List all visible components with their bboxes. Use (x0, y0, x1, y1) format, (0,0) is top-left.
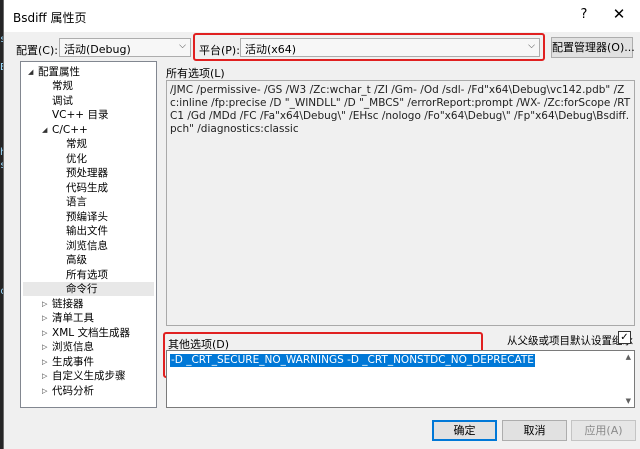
tree-item-configuration-properties[interactable]: 配置属性 (38, 65, 80, 79)
tree-item-cpp-language[interactable]: 语言 (66, 195, 87, 209)
property-pages-dialog: Bsdiff 属性页 ? ✕ 配置(C): 活动(Debug) ⌵ 平台(P):… (3, 0, 640, 449)
platform-value: 活动(x64) (245, 43, 297, 56)
collapsed-icon[interactable]: ▷ (42, 300, 47, 308)
tree-item-xml-document-generator[interactable]: XML 文档生成器 (52, 326, 130, 340)
collapsed-icon[interactable]: ▷ (42, 372, 47, 380)
title-bar: Bsdiff 属性页 ? ✕ (4, 0, 640, 32)
collapsed-icon[interactable]: ▷ (42, 314, 47, 322)
tree-item-general[interactable]: 常规 (52, 79, 73, 93)
all-options-label: 所有选项(L) (166, 67, 225, 80)
collapsed-icon[interactable]: ▷ (42, 387, 47, 395)
tree-item-cpp-code-generation[interactable]: 代码生成 (66, 181, 108, 195)
ok-button[interactable]: 确定 (432, 420, 497, 441)
tree-item-cpp-output-files[interactable]: 输出文件 (66, 224, 108, 238)
configuration-value: 活动(Debug) (64, 43, 131, 56)
tree-item-code-analysis[interactable]: 代码分析 (52, 384, 94, 398)
tree-item-browse-information[interactable]: 浏览信息 (52, 340, 94, 354)
collapsed-icon[interactable]: ▷ (42, 343, 47, 351)
apply-button[interactable]: 应用(A) (571, 420, 636, 441)
property-tree: ◢ 配置属性 常规 调试 VC++ 目录 ◢ C/C++ 常规 优化 预处理器 … (20, 61, 157, 408)
all-options-textbox[interactable]: /JMC /permissive- /GS /W3 /Zc:wchar_t /Z… (166, 80, 635, 326)
tree-item-cpp-browse-information[interactable]: 浏览信息 (66, 239, 108, 253)
tree-item-cpp-general[interactable]: 常规 (66, 137, 87, 151)
platform-label: 平台(P): (199, 44, 240, 57)
tree-item-cpp-precompiled-headers[interactable]: 预编译头 (66, 210, 108, 224)
tree-item-cpp-preprocessor[interactable]: 预处理器 (66, 166, 108, 180)
tree-item-cpp-all-options[interactable]: 所有选项 (66, 268, 108, 282)
window-title: Bsdiff 属性页 (13, 11, 87, 25)
configuration-label: 配置(C): (16, 44, 58, 57)
scroll-up-icon[interactable]: ▲ (626, 353, 631, 361)
tree-item-vc-directories[interactable]: VC++ 目录 (52, 108, 108, 122)
cancel-button[interactable]: 取消 (502, 420, 567, 441)
configuration-dropdown[interactable]: 活动(Debug) ⌵ (59, 38, 191, 57)
chevron-down-icon: ⌵ (179, 41, 186, 51)
close-button[interactable]: ✕ (608, 5, 630, 23)
tree-item-debugging[interactable]: 调试 (52, 94, 73, 108)
platform-dropdown[interactable]: 活动(x64) ⌵ (240, 38, 540, 57)
chevron-down-icon: ⌵ (528, 41, 535, 51)
tree-item-cpp-optimization[interactable]: 优化 (66, 152, 87, 166)
other-options-textbox[interactable]: -D _CRT_SECURE_NO_WARNINGS -D _CRT_NONST… (166, 350, 635, 408)
tree-item-custom-build-step[interactable]: 自定义生成步骤 (52, 369, 126, 383)
inherit-label: 从父级或项目默认设置继承 (507, 335, 633, 347)
configuration-manager-button[interactable]: 配置管理器(O)... (551, 37, 635, 58)
tree-item-cpp-advanced[interactable]: 高级 (66, 253, 87, 267)
help-button[interactable]: ? (574, 7, 594, 22)
inherit-checkbox[interactable]: ✓ (618, 331, 631, 344)
other-options-selected-text: -D _CRT_SECURE_NO_WARNINGS -D _CRT_NONST… (170, 354, 535, 367)
tree-item-cpp[interactable]: C/C++ (52, 123, 88, 137)
tree-item-cpp-command-line[interactable]: 命令行 (23, 282, 154, 296)
expanded-icon[interactable]: ◢ (28, 68, 33, 76)
tree-item-build-events[interactable]: 生成事件 (52, 355, 94, 369)
collapsed-icon[interactable]: ▷ (42, 329, 47, 337)
scroll-down-icon[interactable]: ▼ (626, 397, 631, 405)
collapsed-icon[interactable]: ▷ (42, 358, 47, 366)
expanded-icon[interactable]: ◢ (42, 126, 47, 134)
tree-item-manifest-tool[interactable]: 清单工具 (52, 311, 94, 325)
tree-item-linker[interactable]: 链接器 (52, 297, 84, 311)
